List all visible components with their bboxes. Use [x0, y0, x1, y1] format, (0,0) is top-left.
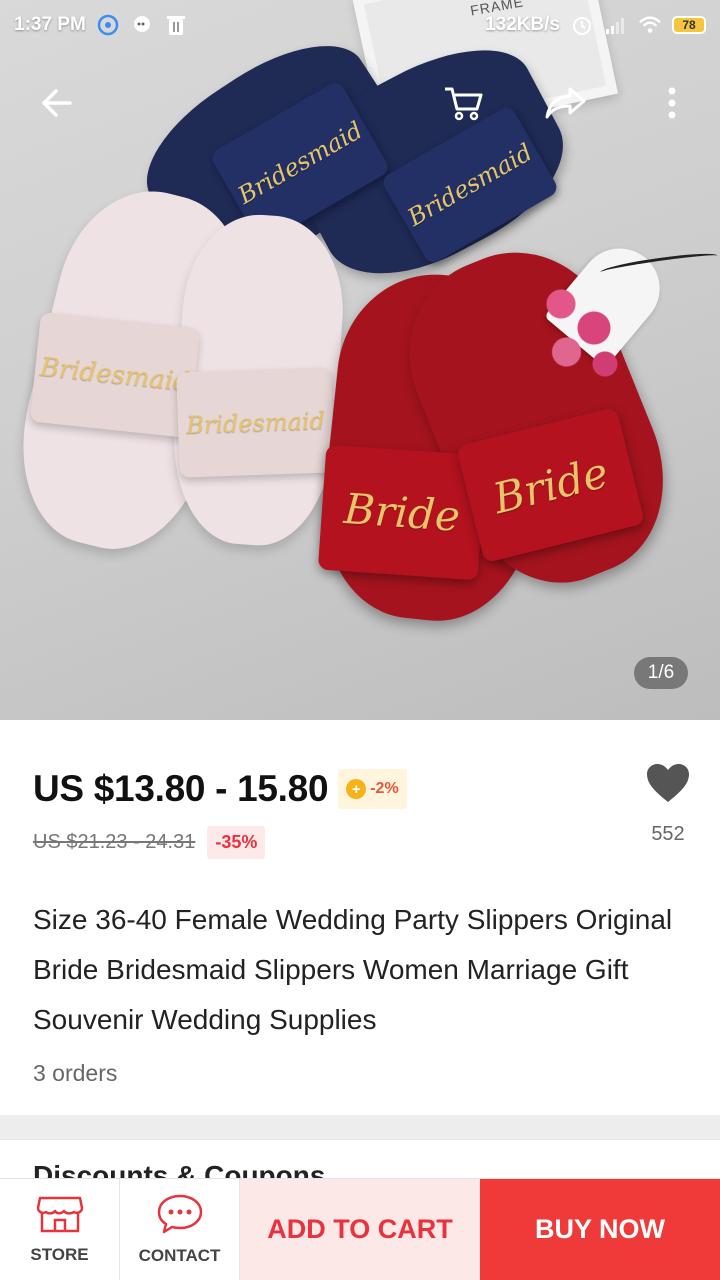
contact-label: CONTACT — [138, 1246, 221, 1265]
network-speed: 132KB/s — [485, 14, 560, 35]
top-nav — [0, 70, 720, 140]
cart-button[interactable] — [434, 70, 494, 140]
price: US $13.80 - 15.80 — [33, 768, 329, 809]
pink-slipper-left-strap: Bridesmaid — [29, 311, 201, 439]
original-price: US $21.23 - 24.31 — [33, 831, 196, 853]
coin-discount-value: -2% — [370, 780, 399, 797]
wifi-icon — [638, 13, 662, 37]
battery-indicator: 78 — [672, 16, 706, 34]
chat-icon — [156, 1193, 204, 1240]
back-arrow-icon — [38, 87, 74, 124]
section-divider — [0, 1115, 720, 1139]
share-icon — [544, 85, 588, 126]
messenger-notification-icon — [96, 13, 120, 37]
chat-notification-icon — [130, 13, 154, 37]
back-button[interactable] — [26, 70, 86, 140]
strap-text: Bridesmaid — [38, 352, 192, 398]
more-vert-icon — [666, 85, 678, 126]
alarm-icon — [570, 13, 594, 37]
cart-icon — [443, 83, 485, 128]
share-button[interactable] — [536, 70, 596, 140]
discount-badge: -35% — [207, 826, 266, 859]
store-icon — [36, 1194, 84, 1239]
strap-text: Bride — [488, 447, 613, 523]
more-options-button[interactable] — [642, 70, 702, 140]
add-to-cart-button[interactable]: ADD TO CART — [240, 1179, 480, 1280]
product-info: US $13.80 - 15.80 + -2% US $21.23 - 24.3… — [0, 720, 720, 1115]
price-row: US $13.80 - 15.80 + -2% — [33, 768, 407, 810]
strap-text: Bridesmaid — [185, 406, 326, 439]
product-title: Size 36-40 Female Wedding Party Slippers… — [33, 904, 673, 1035]
bottom-action-bar: STORE CONTACT ADD TO CART BUY NOW — [0, 1178, 720, 1280]
contact-button[interactable]: CONTACT — [120, 1179, 240, 1280]
section-title: Discounts & Coupons — [33, 1160, 326, 1179]
original-price-row: US $21.23 - 24.31 -35% — [33, 826, 266, 859]
coin-discount-badge[interactable]: + -2% — [338, 769, 407, 809]
trash-notification-icon — [164, 13, 188, 37]
wishlist-count: 552 — [651, 823, 685, 845]
flowers-prop — [528, 268, 638, 388]
buy-now-button[interactable]: BUY NOW — [480, 1179, 720, 1280]
pink-slipper-right-strap: Bridesmaid — [176, 367, 335, 478]
strap-text: Bride — [342, 484, 462, 541]
status-bar: 1:37 PM 132KB/s 78 — [0, 0, 720, 50]
wishlist-button[interactable]: 552 — [644, 762, 692, 846]
store-label: STORE — [30, 1245, 89, 1264]
discounts-section[interactable]: Discounts & Coupons — [0, 1139, 720, 1179]
store-button[interactable]: STORE — [0, 1179, 120, 1280]
status-time: 1:37 PM — [14, 14, 86, 35]
image-counter: 1/6 — [634, 657, 688, 689]
coin-icon: + — [346, 779, 367, 799]
heart-icon — [645, 762, 691, 809]
orders-count: 3 orders — [33, 1060, 118, 1086]
signal-icon — [604, 13, 628, 37]
